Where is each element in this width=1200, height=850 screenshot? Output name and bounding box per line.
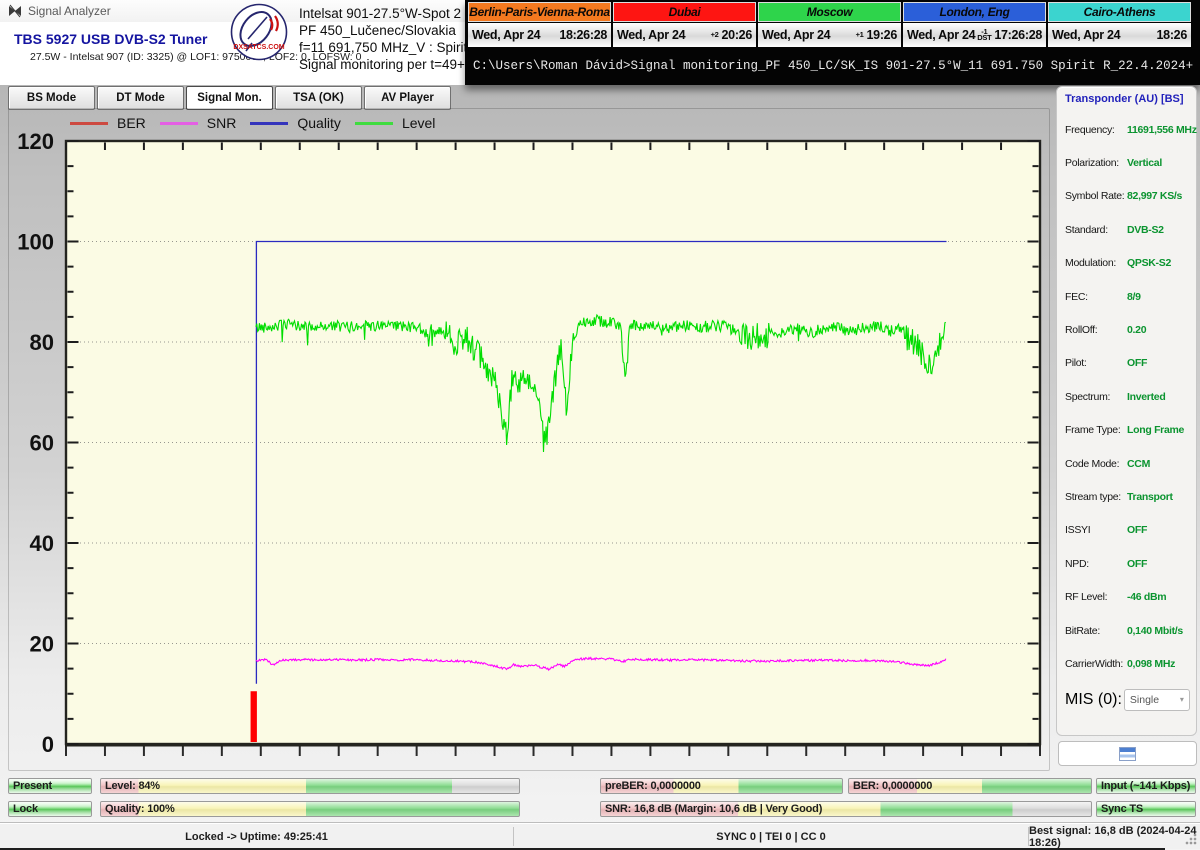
clock-moscow: Moscow Wed, Apr 24 +1 19:26 bbox=[758, 2, 901, 47]
signal-analyzer-app: Signal Analyzer TBS 5927 USB DVB-S2 Tune… bbox=[0, 0, 1200, 850]
info-line-4: Signal monitoring per t=49+h bbox=[299, 56, 472, 73]
quality-progressbar: Quality: 100% bbox=[100, 801, 520, 817]
row-mis: MIS (0): Single ▾ bbox=[1065, 683, 1192, 717]
clock-london-header: London, Eng bbox=[903, 2, 1046, 22]
row-stream-type: Stream type:Transport bbox=[1065, 480, 1192, 513]
clock-dubai-offset: +2 bbox=[711, 32, 719, 39]
preber-progressbar: preBER: 0,0000000 bbox=[600, 778, 843, 794]
svg-text:40: 40 bbox=[30, 531, 54, 556]
row-polarization: Polarization:Vertical bbox=[1065, 146, 1192, 179]
status-lock-uptime: Locked -> Uptime: 49:25:41 bbox=[0, 824, 513, 849]
lock-indicator: Lock bbox=[8, 801, 92, 817]
chevron-down-icon: ▾ bbox=[1180, 695, 1184, 704]
info-line-3: f=11 691,750 MHz_V : Spirit bbox=[299, 39, 472, 56]
mis-label: MIS (0): bbox=[1065, 691, 1122, 709]
row-carrierwidth: CarrierWidth:0,098 MHz bbox=[1065, 647, 1192, 680]
row-rolloff: RollOff:0.20 bbox=[1065, 313, 1192, 346]
svg-text:0: 0 bbox=[42, 732, 54, 757]
row-code-mode: Code Mode:CCM bbox=[1065, 447, 1192, 480]
clock-cairo-date: Wed, Apr 24 bbox=[1052, 28, 1120, 42]
clock-dubai-time: 20:26 bbox=[722, 28, 752, 42]
clock-cairo: Cairo-Athens Wed, Apr 24 18:26 bbox=[1048, 2, 1191, 47]
details-icon bbox=[1119, 747, 1136, 761]
mode-tabs: BS Mode DT Mode Signal Mon. TSA (OK) AV … bbox=[8, 86, 451, 110]
row-bitrate: BitRate:0,140 Mbit/s bbox=[1065, 614, 1192, 647]
clock-london: London, Eng Wed, Apr 24 -1 DST 17:26:28 bbox=[903, 2, 1046, 47]
row-fec: FEC:8/9 bbox=[1065, 280, 1192, 313]
window-title: Signal Analyzer bbox=[28, 4, 111, 18]
clock-london-dst: DST bbox=[977, 35, 991, 42]
logo-text: DXSATCS.COM bbox=[233, 44, 284, 51]
clock-moscow-date: Wed, Apr 24 bbox=[762, 28, 830, 42]
clock-berlin-time: 18:26:28 bbox=[559, 28, 607, 42]
transponder-rows: Frequency:11691,556 MHz Polarization:Ver… bbox=[1065, 113, 1192, 717]
tuner-title: TBS 5927 USB DVB-S2 Tuner bbox=[14, 31, 207, 47]
clock-cairo-time: 18:26 bbox=[1157, 28, 1187, 42]
ber-progressbar: BER: 0,0000000 bbox=[848, 778, 1092, 794]
clock-moscow-offset: +1 bbox=[856, 32, 864, 39]
clock-dubai-header: Dubai bbox=[613, 2, 756, 22]
svg-text:120: 120 bbox=[17, 129, 54, 154]
app-icon bbox=[8, 4, 22, 18]
svg-text:100: 100 bbox=[17, 230, 54, 255]
mis-selected-value: Single bbox=[1130, 694, 1159, 706]
row-frequency: Frequency:11691,556 MHz bbox=[1065, 113, 1192, 146]
clock-london-time: 17:26:28 bbox=[994, 28, 1042, 42]
transponder-panel: Transponder (AU) [BS] Frequency:11691,55… bbox=[1056, 86, 1197, 736]
clock-berlin: Berlin-Paris-Vienna-Roma Wed, Apr 24 18:… bbox=[468, 2, 611, 47]
clock-berlin-header: Berlin-Paris-Vienna-Roma bbox=[468, 2, 611, 22]
snr-progressbar: SNR: 16,8 dB (Margin: 10,6 dB | Very Goo… bbox=[600, 801, 1092, 817]
tab-tsa[interactable]: TSA (OK) bbox=[275, 86, 362, 110]
resize-grip[interactable] bbox=[1184, 833, 1197, 846]
row-rf-level: RF Level:-46 dBm bbox=[1065, 580, 1192, 613]
svg-text:80: 80 bbox=[30, 330, 54, 355]
row-frame-type: Frame Type:Long Frame bbox=[1065, 414, 1192, 447]
transponder-title: Transponder (AU) [BS] bbox=[1065, 93, 1184, 105]
row-spectrum: Spectrum:Inverted bbox=[1065, 380, 1192, 413]
row-issyi: ISSYIOFF bbox=[1065, 514, 1192, 547]
status-best-signal: Best signal: 16,8 dB (2024-04-24 18:26) bbox=[1029, 824, 1200, 849]
tab-signal-mon[interactable]: Signal Mon. bbox=[186, 86, 273, 110]
clock-dubai: Dubai Wed, Apr 24 +2 20:26 bbox=[613, 2, 756, 47]
console-prompt[interactable]: C:\Users\Roman Dávid>Signal monitoring_P… bbox=[473, 59, 1193, 73]
clock-dubai-date: Wed, Apr 24 bbox=[617, 28, 685, 42]
clock-moscow-header: Moscow bbox=[758, 2, 901, 22]
dxsatcs-logo: DXSATCS.COM bbox=[230, 3, 288, 61]
world-clocks: Berlin-Paris-Vienna-Roma Wed, Apr 24 18:… bbox=[468, 2, 1191, 47]
svg-text:60: 60 bbox=[30, 431, 54, 456]
clock-berlin-date: Wed, Apr 24 bbox=[472, 28, 540, 42]
signal-monitor-chart: 0 20 40 60 80 100 120 bbox=[8, 110, 1048, 765]
present-indicator: Present bbox=[8, 778, 92, 794]
row-symbol-rate: Symbol Rate:82,997 KS/s bbox=[1065, 180, 1192, 213]
clock-moscow-time: 19:26 bbox=[867, 28, 897, 42]
clock-cairo-header: Cairo-Athens bbox=[1048, 2, 1191, 22]
status-sync-counters: SYNC 0 | TEI 0 | CC 0 bbox=[514, 824, 1028, 849]
mis-dropdown[interactable]: Single ▾ bbox=[1124, 689, 1190, 711]
info-line-2: PF 450_Lučenec/Slovakia bbox=[299, 22, 472, 39]
tab-av-player[interactable]: AV Player bbox=[364, 86, 451, 110]
tab-bs-mode[interactable]: BS Mode bbox=[8, 86, 95, 110]
row-npd: NPD:OFF bbox=[1065, 547, 1192, 580]
status-bar: Locked -> Uptime: 49:25:41 SYNC 0 | TEI … bbox=[0, 823, 1200, 849]
clock-console-panel: Berlin-Paris-Vienna-Roma Wed, Apr 24 18:… bbox=[465, 0, 1200, 85]
sync-ts-indicator: Sync TS bbox=[1096, 801, 1196, 817]
input-indicator: Input (~141 Kbps) bbox=[1096, 778, 1196, 794]
info-line-1: Intelsat 901-27.5°W-Spot 2 bbox=[299, 5, 472, 22]
clock-london-date: Wed, Apr 24 bbox=[907, 28, 975, 42]
row-pilot: Pilot:OFF bbox=[1065, 347, 1192, 380]
svg-text:20: 20 bbox=[30, 632, 54, 657]
row-modulation: Modulation:QPSK-S2 bbox=[1065, 247, 1192, 280]
transponder-details-button[interactable] bbox=[1058, 741, 1197, 766]
tab-dt-mode[interactable]: DT Mode bbox=[97, 86, 184, 110]
row-standard: Standard:DVB-S2 bbox=[1065, 213, 1192, 246]
monitoring-info: Intelsat 901-27.5°W-Spot 2 PF 450_Lučene… bbox=[299, 5, 472, 73]
level-progressbar: Level: 84% bbox=[100, 778, 520, 794]
